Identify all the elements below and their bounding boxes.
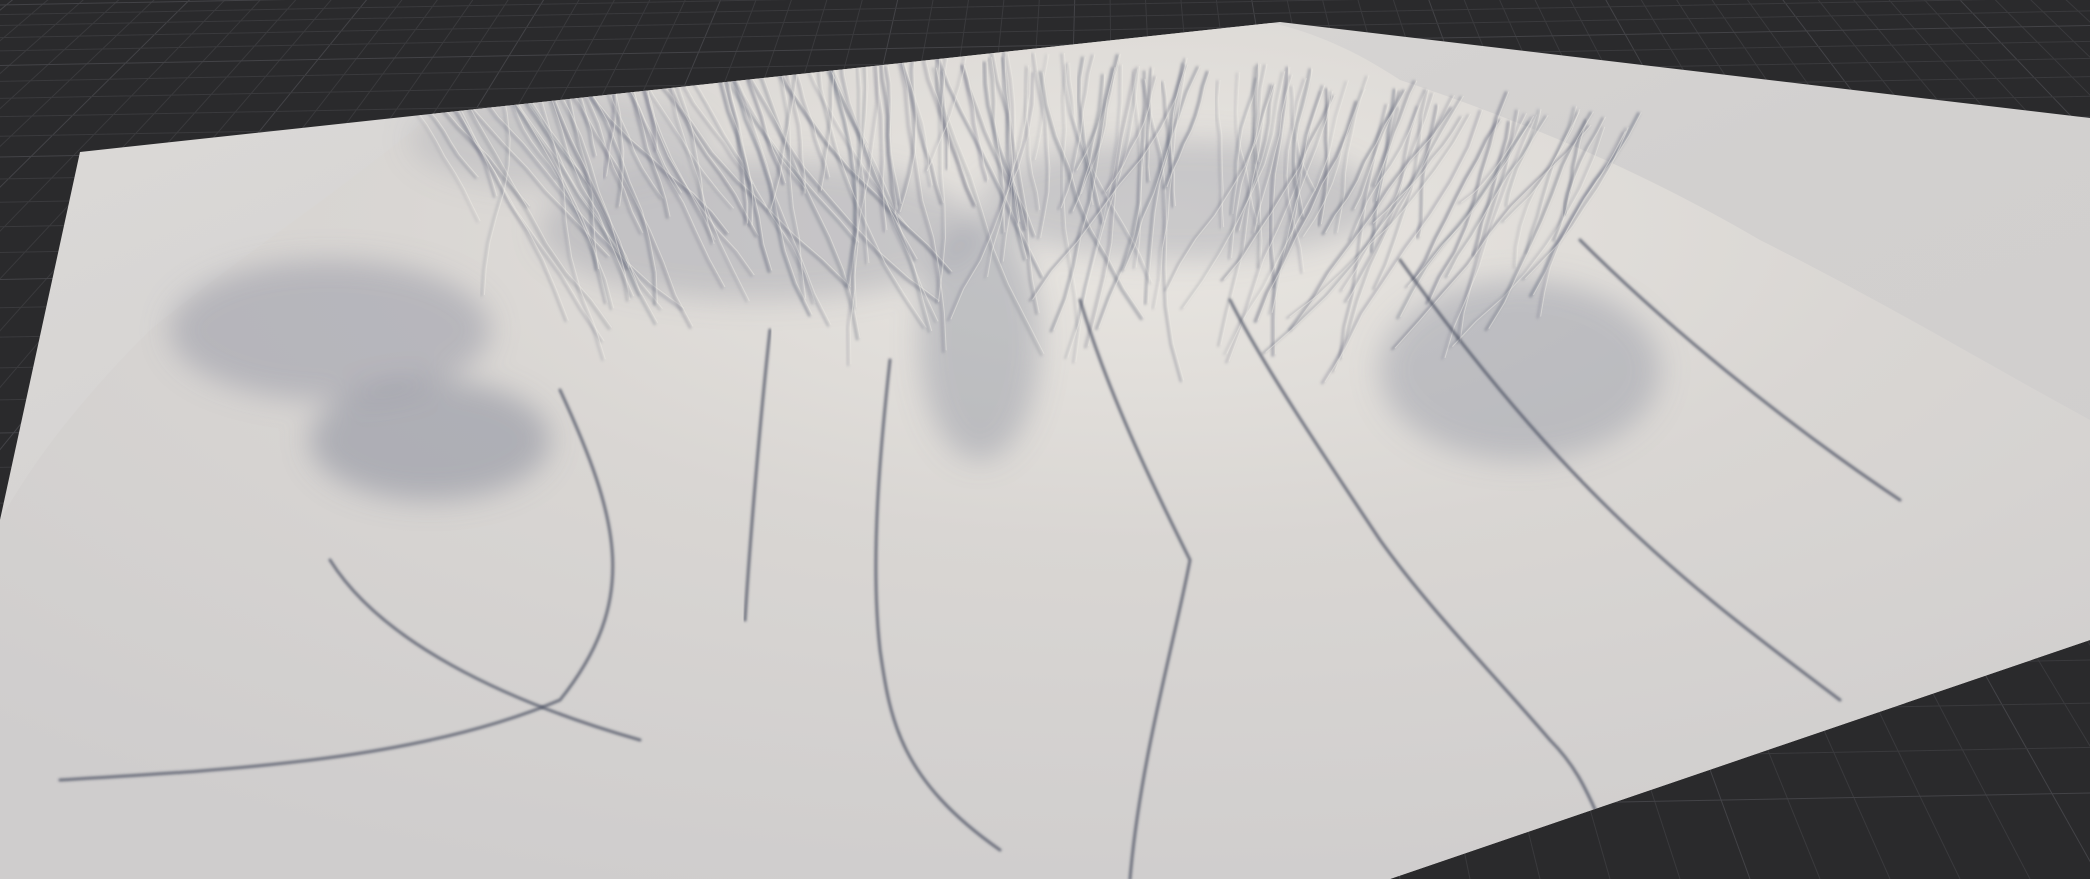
terrain-render[interactable] [0,0,2090,879]
grid-line [0,0,791,16]
grid-line [0,10,2090,52]
3d-viewport[interactable] [0,0,2090,879]
grid-line [0,0,288,6]
